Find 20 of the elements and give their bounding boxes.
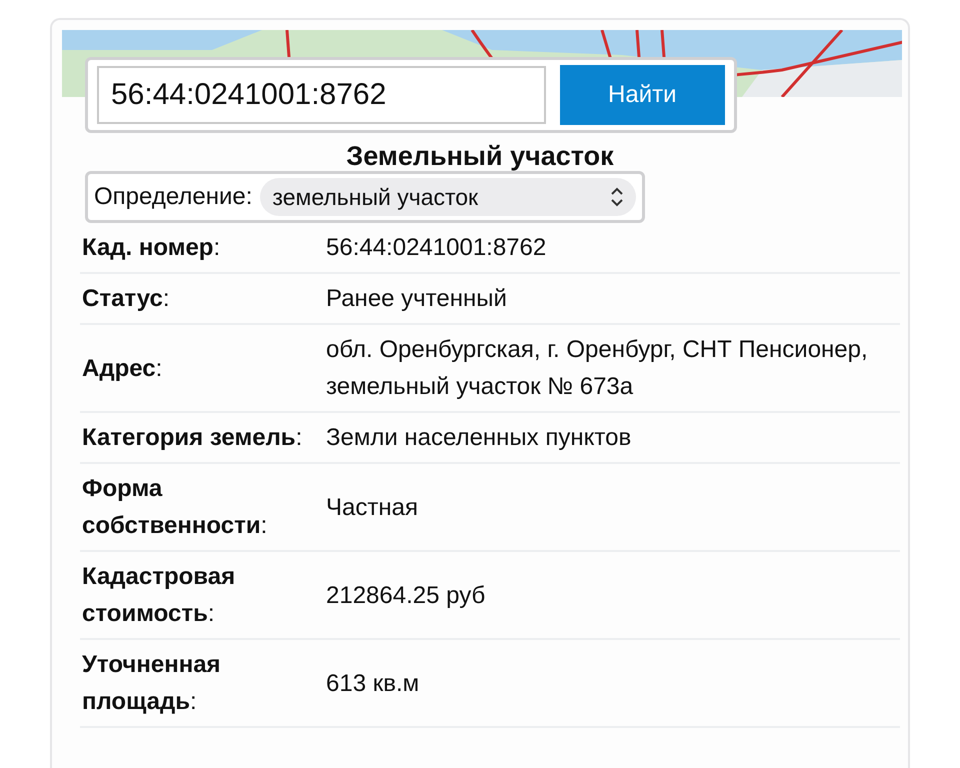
field-value: Ранее учтенный [325,284,508,314]
definition-select[interactable]: земельный участок [260,178,636,216]
field-label: Кадастровая стоимость: [81,562,236,629]
field-label: Форма собственности: [81,474,268,541]
field-value: 613 кв.м [325,668,420,698]
field-label: Адрес: [81,354,164,384]
field-value: Земли населенных пунктов [325,423,632,453]
field-label: Кад. номер: [81,233,222,263]
field-label: Категория земель: [81,423,304,453]
find-button[interactable]: Найти [560,65,725,125]
field-value: 212864.25 руб [325,580,486,610]
field-value: 56:44:0241001:8762 [325,233,548,263]
section-title: Земельный участок [345,141,615,171]
field-value: Частная [325,492,419,522]
chevron-updown-icon [610,186,624,208]
field-value: обл. Оренбургская, г. Оренбург, СНТ Пенсионер, земельный участок № 673а [325,335,869,402]
field-label: Уточненная площадь: [81,650,222,717]
search-field[interactable]: 56:44:0241001:8762 [97,66,546,124]
field-label: Статус: [81,284,171,314]
definition-label: Определение: [94,183,252,211]
